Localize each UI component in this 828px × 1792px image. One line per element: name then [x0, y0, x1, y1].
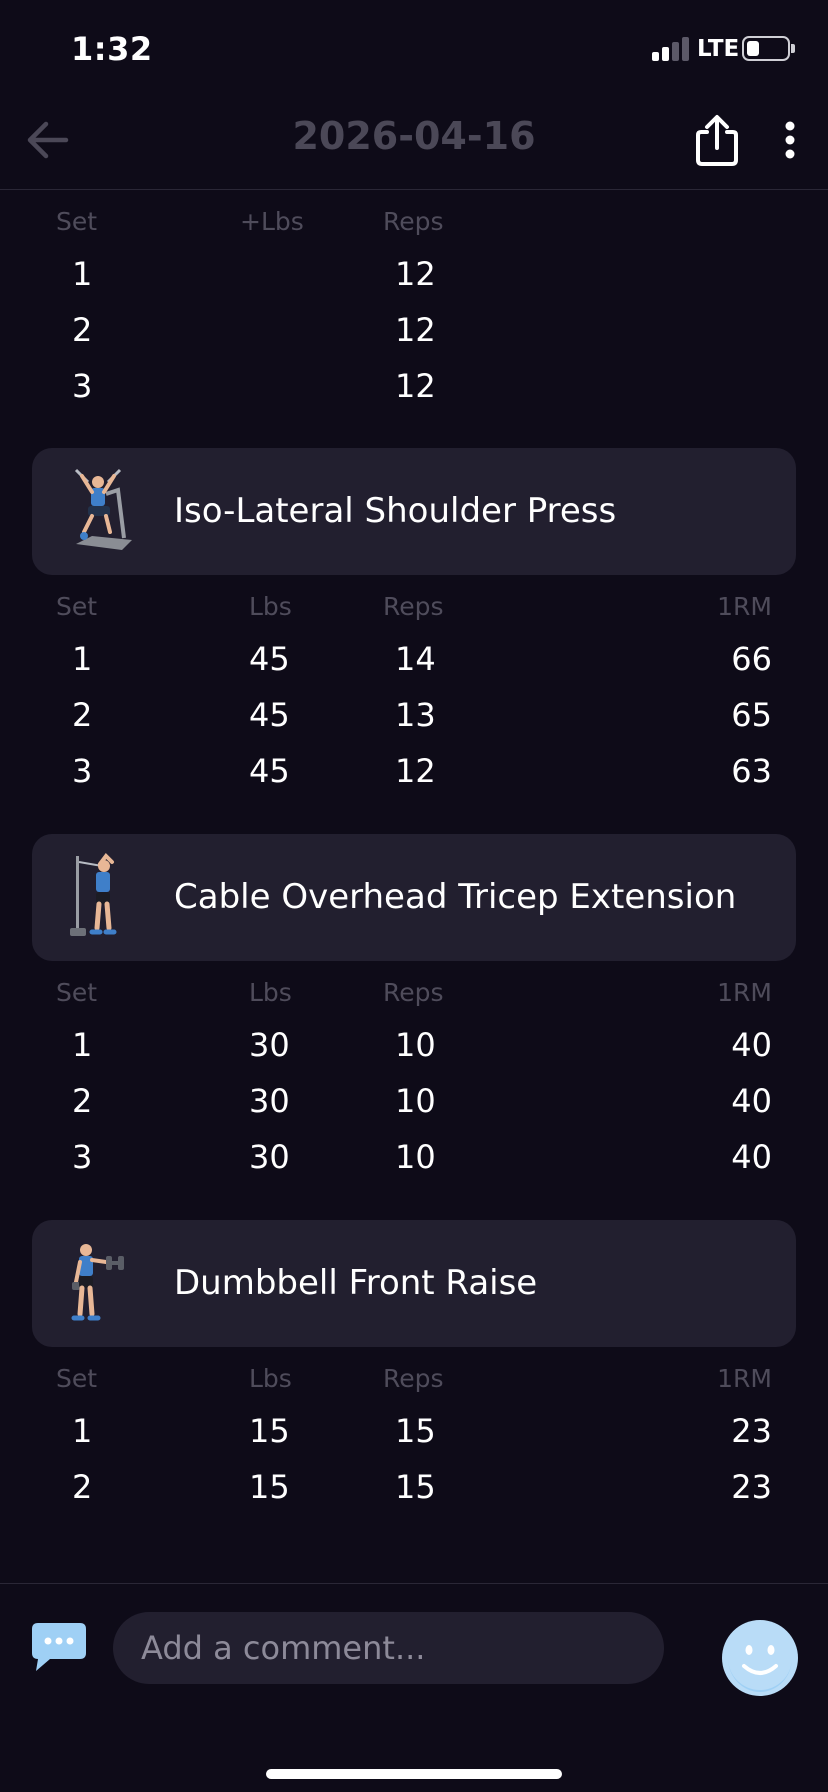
battery-cap [791, 44, 795, 53]
column-header-set: Set [56, 207, 98, 236]
set-reps: 12 [395, 752, 436, 790]
chat-bubble-button[interactable] [30, 1621, 88, 1673]
set-number: 1 [72, 1412, 93, 1450]
set-number: 3 [72, 1138, 93, 1176]
set-reps: 13 [395, 696, 436, 734]
share-button[interactable] [692, 112, 742, 168]
status-time: 1:32 [71, 30, 153, 68]
column-header-reps: Reps [383, 1364, 444, 1393]
set-reps: 12 [395, 311, 436, 349]
set-weight: 30 [249, 1026, 290, 1064]
shoulder-press-machine-icon [74, 468, 132, 550]
exercise-card-iso-lateral-shoulder-press[interactable]: Iso-Lateral Shoulder Press [32, 448, 796, 575]
more-vertical-icon [785, 121, 795, 159]
set-reps: 14 [395, 640, 436, 678]
cellular-signal-icon [652, 37, 690, 61]
set-weight: 45 [249, 640, 290, 678]
set-reps: 15 [395, 1468, 436, 1506]
exercise-name: Iso-Lateral Shoulder Press [174, 491, 617, 531]
column-header-1rm: 1RM [717, 978, 772, 1007]
set-reps: 10 [395, 1138, 436, 1176]
set-1rm: 66 [731, 640, 772, 678]
set-1rm: 40 [731, 1082, 772, 1120]
set-number: 2 [72, 1468, 93, 1506]
set-number: 1 [72, 255, 93, 293]
exercise-name: Cable Overhead Tricep Extension [174, 877, 737, 917]
column-header-1rm: 1RM [717, 1364, 772, 1393]
set-reps: 10 [395, 1026, 436, 1064]
column-header-reps: Reps [383, 592, 444, 621]
emoji-button[interactable] [720, 1618, 800, 1698]
status-bar: 1:32 LTE [0, 0, 828, 96]
comment-bar [0, 1583, 828, 1792]
column-header-1rm: 1RM [717, 592, 772, 621]
set-1rm: 23 [731, 1412, 772, 1450]
set-number: 1 [72, 640, 93, 678]
set-weight: 15 [249, 1412, 290, 1450]
set-number: 3 [72, 367, 93, 405]
column-header-weight: +Lbs [240, 207, 304, 236]
exercise-name: Dumbbell Front Raise [174, 1263, 538, 1303]
set-number: 1 [72, 1026, 93, 1064]
column-header-set: Set [56, 1364, 98, 1393]
set-1rm: 40 [731, 1026, 772, 1064]
set-weight: 30 [249, 1138, 290, 1176]
set-weight: 45 [249, 696, 290, 734]
set-number: 2 [72, 696, 93, 734]
home-indicator [266, 1769, 562, 1779]
column-header-weight: Lbs [249, 592, 292, 621]
share-icon [696, 115, 738, 166]
network-type: LTE [697, 36, 740, 62]
column-header-weight: Lbs [249, 1364, 292, 1393]
column-header-set: Set [56, 978, 98, 1007]
set-1rm: 63 [731, 752, 772, 790]
app-header: 2026-04-16 [0, 96, 828, 190]
set-1rm: 40 [731, 1138, 772, 1176]
comment-input[interactable] [113, 1612, 664, 1684]
set-reps: 12 [395, 255, 436, 293]
cable-tricep-extension-icon [70, 852, 117, 936]
set-number: 3 [72, 752, 93, 790]
dumbbell-front-raise-icon [71, 1244, 124, 1321]
column-header-set: Set [56, 592, 98, 621]
set-weight: 15 [249, 1468, 290, 1506]
set-weight: 30 [249, 1082, 290, 1120]
column-header-reps: Reps [383, 978, 444, 1007]
workout-details[interactable]: Set +Lbs Reps 1 12 2 12 3 12 Iso-Lateral… [0, 191, 828, 1583]
more-options-button[interactable] [774, 114, 806, 166]
set-1rm: 23 [731, 1468, 772, 1506]
chat-bubble-icon [32, 1623, 86, 1671]
set-reps: 15 [395, 1412, 436, 1450]
set-reps: 10 [395, 1082, 436, 1120]
set-weight: 45 [249, 752, 290, 790]
column-header-reps: Reps [383, 207, 444, 236]
exercise-card-cable-overhead-tricep-extension[interactable]: Cable Overhead Tricep Extension [32, 834, 796, 961]
column-header-weight: Lbs [249, 978, 292, 1007]
set-reps: 12 [395, 367, 436, 405]
set-number: 2 [72, 311, 93, 349]
smiley-face-icon [722, 1620, 798, 1696]
set-number: 2 [72, 1082, 93, 1120]
exercise-card-dumbbell-front-raise[interactable]: Dumbbell Front Raise [32, 1220, 796, 1347]
set-1rm: 65 [731, 696, 772, 734]
battery-icon [742, 36, 790, 61]
